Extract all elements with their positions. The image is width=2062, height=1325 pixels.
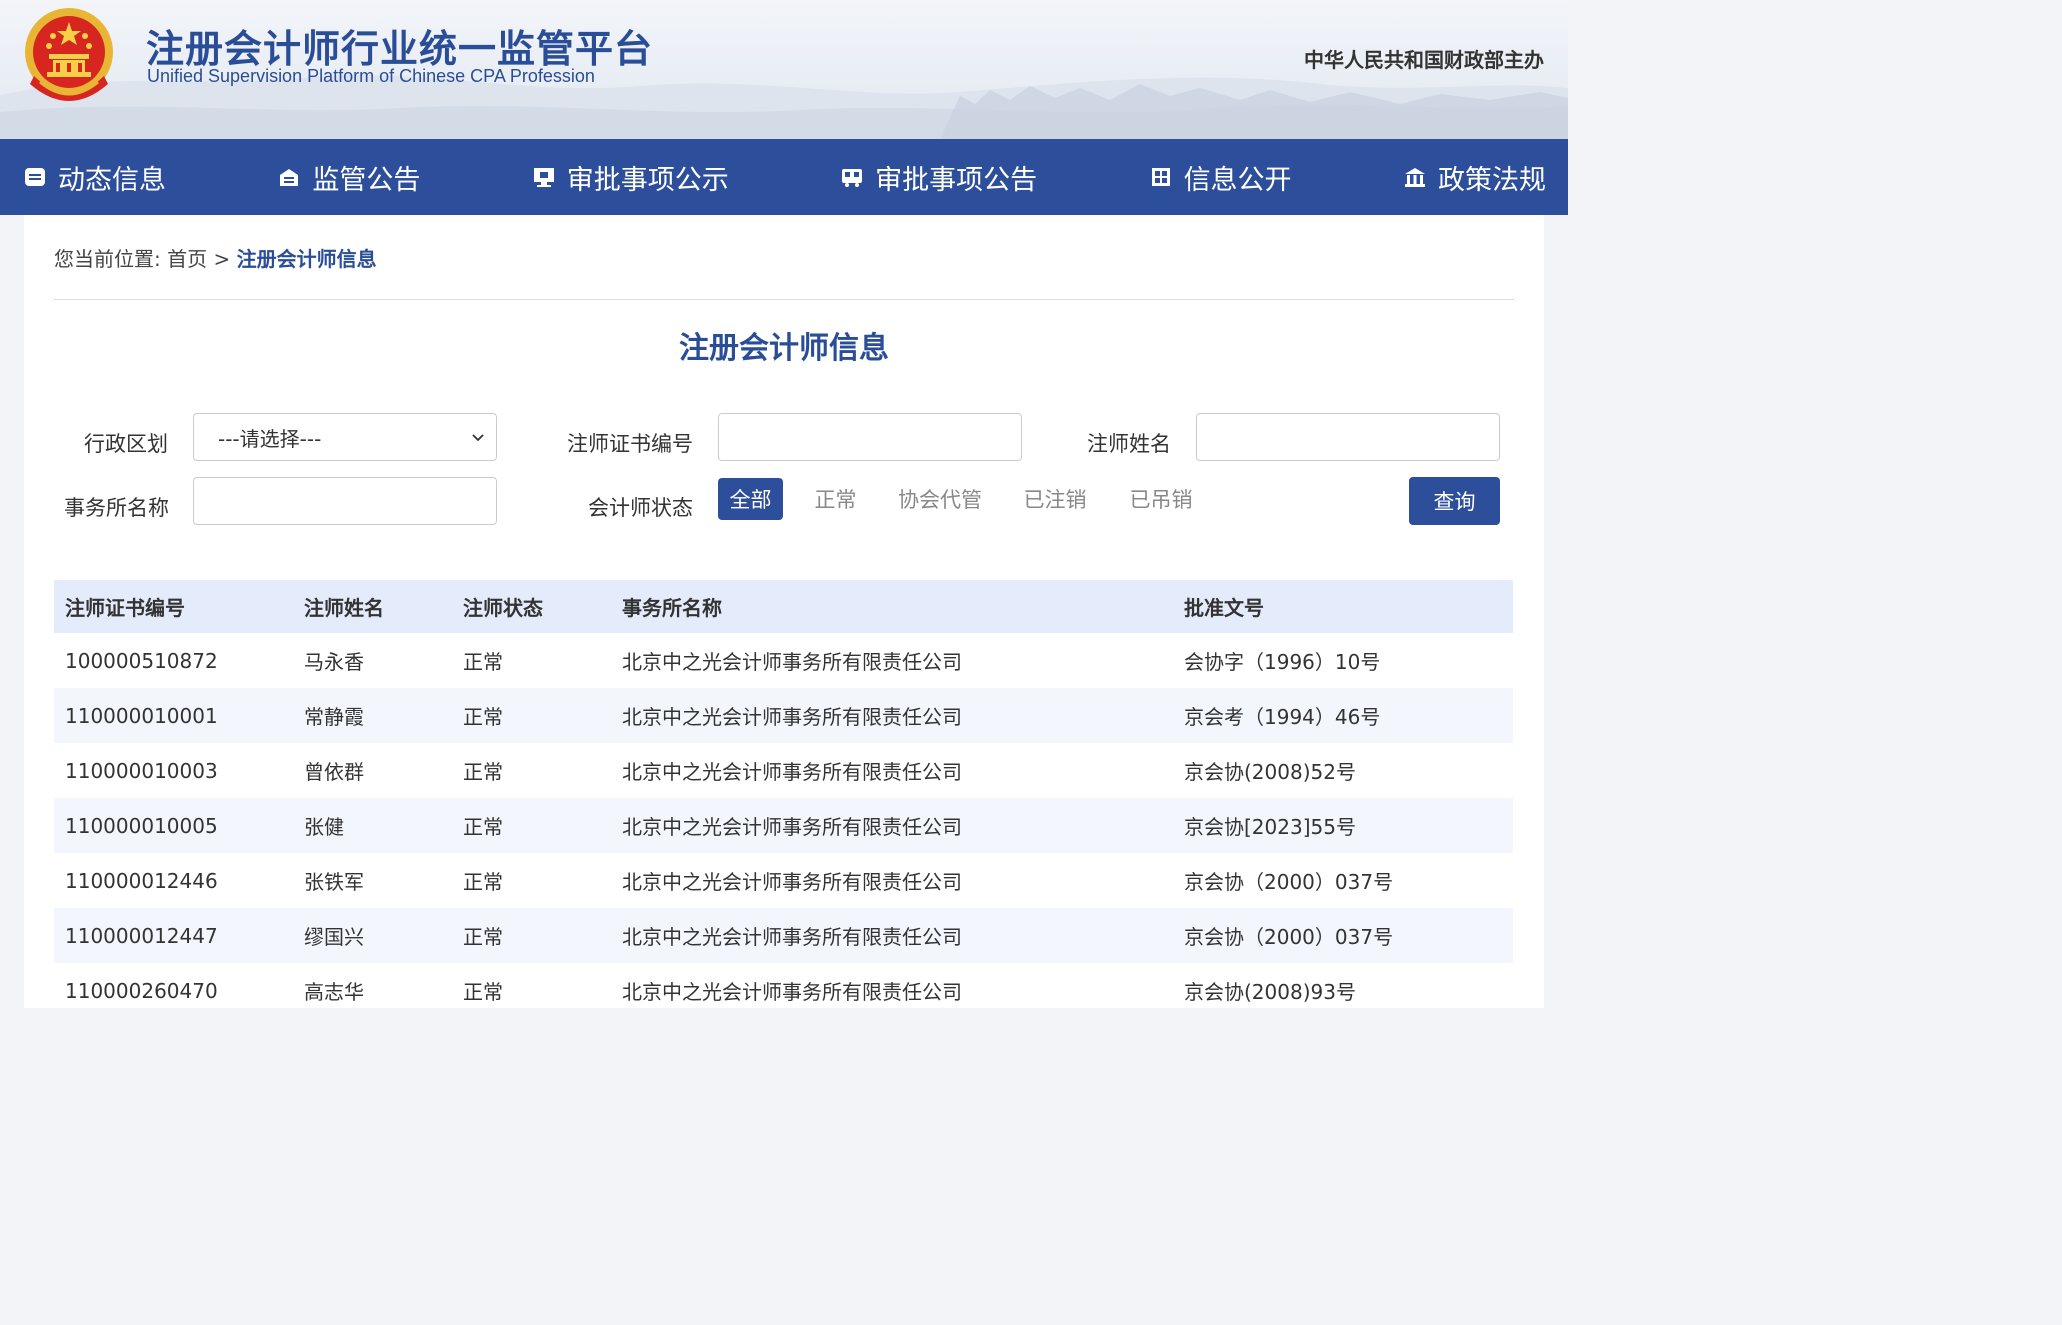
column-header-approval-no: 批准文号: [1184, 596, 1264, 620]
nav-item-approval-publicity[interactable]: 审批事项公示: [533, 158, 729, 197]
column-header-firm: 事务所名称: [622, 596, 722, 620]
cell-approval-no: 京会协(2008)93号: [1184, 980, 1356, 1004]
nav-item-info-disclosure[interactable]: 信息公开: [1150, 158, 1292, 197]
column-header-cert-number: 注师证书编号: [65, 596, 185, 620]
nav-label: 监管公告: [312, 164, 421, 196]
site-title: 注册会计师行业统一监管平台: [146, 27, 654, 71]
nav-item-approval-announcement[interactable]: 审批事项公告: [841, 158, 1037, 197]
cell-name: 马永香: [304, 650, 364, 674]
sponsor-text: 中华人民共和国财政部主办: [1304, 48, 1544, 72]
breadcrumb-separator: >: [207, 247, 237, 271]
site-subtitle: Unified Supervision Platform of Chinese …: [147, 66, 595, 86]
cell-approval-no: 京会协[2023]55号: [1184, 815, 1356, 839]
cell-name: 曾依群: [304, 760, 364, 784]
table-row[interactable]: 110000010005 张健 正常 北京中之光会计师事务所有限责任公司 京会协…: [54, 798, 1513, 853]
breadcrumb-home-link[interactable]: 首页: [167, 247, 207, 271]
monitor-icon: [533, 166, 555, 188]
cert-number-input[interactable]: [718, 413, 1022, 461]
region-label: 行政区划: [84, 432, 168, 456]
cell-name: 缪国兴: [304, 925, 364, 949]
cell-cert-number: 110000010005: [65, 813, 218, 838]
info-grid-icon: [1150, 166, 1172, 188]
cell-status: 正常: [463, 870, 503, 894]
cell-cert-number: 110000010003: [65, 758, 218, 783]
cell-firm: 北京中之光会计师事务所有限责任公司: [622, 815, 962, 839]
table-row[interactable]: 110000010001 常静霞 正常 北京中之光会计师事务所有限责任公司 京会…: [54, 688, 1513, 743]
table-row[interactable]: 110000260470 高志华 正常 北京中之光会计师事务所有限责任公司 京会…: [54, 963, 1513, 1018]
cell-firm: 北京中之光会计师事务所有限责任公司: [622, 705, 962, 729]
cell-cert-number: 110000012447: [65, 923, 218, 948]
table-row[interactable]: 110000012446 张铁军 正常 北京中之光会计师事务所有限责任公司 京会…: [54, 853, 1513, 908]
status-option-all[interactable]: 全部: [718, 478, 783, 520]
cell-approval-no: 会协字（1996）10号: [1184, 650, 1381, 674]
cell-name: 高志华: [304, 980, 364, 1004]
main-content: 您当前位置: 首页 > 注册会计师信息 注册会计师信息 行政区划 ---请选择-…: [24, 215, 1544, 1008]
cell-firm: 北京中之光会计师事务所有限责任公司: [622, 980, 962, 1004]
cpa-table: 注师证书编号 注师姓名 注师状态 事务所名称 批准文号 100000510872…: [54, 580, 1513, 1018]
nav-label: 政策法规: [1437, 164, 1546, 196]
nav-label: 审批事项公告: [875, 164, 1038, 196]
table-row[interactable]: 110000012447 缪国兴 正常 北京中之光会计师事务所有限责任公司 京会…: [54, 908, 1513, 963]
column-header-status: 注师状态: [463, 596, 543, 620]
site-header: 注册会计师行业统一监管平台 Unified Supervision Platfo…: [0, 0, 1568, 139]
status-option-normal[interactable]: 正常: [803, 478, 868, 520]
nav-label: 审批事项公示: [566, 164, 729, 196]
status-option-cancelled[interactable]: 已注销: [1018, 478, 1092, 520]
breadcrumb-current: 注册会计师信息: [236, 247, 377, 271]
bus-icon: [841, 166, 863, 188]
cell-name: 常静霞: [304, 705, 364, 729]
cell-approval-no: 京会考（1994）46号: [1184, 705, 1381, 729]
cell-status: 正常: [463, 705, 503, 729]
cell-firm: 北京中之光会计师事务所有限责任公司: [622, 760, 962, 784]
bank-icon: [1404, 166, 1426, 188]
cell-approval-no: 京会协(2008)52号: [1184, 760, 1356, 784]
status-option-association-managed[interactable]: 协会代管: [890, 478, 990, 520]
main-nav: 动态信息 监管公告 审批事项公示 审批事项公告 信息公开 政策法规: [0, 139, 1568, 215]
status-label: 会计师状态: [588, 496, 693, 520]
column-header-name: 注师姓名: [304, 596, 384, 620]
cell-firm: 北京中之光会计师事务所有限责任公司: [622, 650, 962, 674]
cell-name: 张健: [304, 815, 344, 839]
chevron-down-icon: [472, 434, 484, 442]
nav-label: 动态信息: [58, 164, 166, 196]
national-emblem-icon: [25, 8, 113, 101]
cell-cert-number: 110000012446: [65, 868, 218, 893]
cell-firm: 北京中之光会计师事务所有限责任公司: [622, 870, 962, 894]
cell-approval-no: 京会协（2000）037号: [1184, 925, 1394, 949]
status-option-revoked[interactable]: 已吊销: [1124, 478, 1198, 520]
table-row[interactable]: 110000010003 曾依群 正常 北京中之光会计师事务所有限责任公司 京会…: [54, 743, 1513, 798]
cell-cert-number: 100000510872: [65, 648, 218, 673]
divider: [54, 299, 1514, 300]
region-select[interactable]: ---请选择---: [193, 413, 497, 461]
announcement-icon: [278, 166, 300, 188]
cell-name: 张铁军: [304, 870, 364, 894]
region-select-value: ---请选择---: [218, 426, 322, 451]
cell-approval-no: 京会协（2000）037号: [1184, 870, 1394, 894]
cell-status: 正常: [463, 925, 503, 949]
firm-name-label: 事务所名称: [64, 496, 169, 520]
query-button[interactable]: 查询: [1409, 477, 1500, 525]
cpa-name-label: 注师姓名: [1087, 432, 1171, 456]
cpa-name-input[interactable]: [1196, 413, 1500, 461]
news-icon: [24, 166, 46, 188]
nav-item-policy-regulations[interactable]: 政策法规: [1404, 158, 1546, 197]
cell-status: 正常: [463, 815, 503, 839]
cell-status: 正常: [463, 650, 503, 674]
breadcrumb-prefix: 您当前位置:: [54, 247, 168, 271]
cell-status: 正常: [463, 980, 503, 1004]
nav-label: 信息公开: [1183, 164, 1292, 196]
nav-item-dynamic-info[interactable]: 动态信息: [24, 158, 166, 197]
table-header-row: 注师证书编号 注师姓名 注师状态 事务所名称 批准文号: [54, 580, 1513, 633]
cell-cert-number: 110000260470: [65, 978, 218, 1003]
page-title: 注册会计师信息: [679, 331, 889, 366]
firm-name-input[interactable]: [193, 477, 497, 525]
nav-item-supervision-announcement[interactable]: 监管公告: [278, 158, 420, 197]
breadcrumb: 您当前位置: 首页 > 注册会计师信息: [54, 243, 377, 272]
table-row[interactable]: 100000510872 马永香 正常 北京中之光会计师事务所有限责任公司 会协…: [54, 633, 1513, 688]
cell-firm: 北京中之光会计师事务所有限责任公司: [622, 925, 962, 949]
cell-cert-number: 110000010001: [65, 703, 218, 728]
cell-status: 正常: [463, 760, 503, 784]
cert-number-label: 注师证书编号: [567, 432, 693, 456]
